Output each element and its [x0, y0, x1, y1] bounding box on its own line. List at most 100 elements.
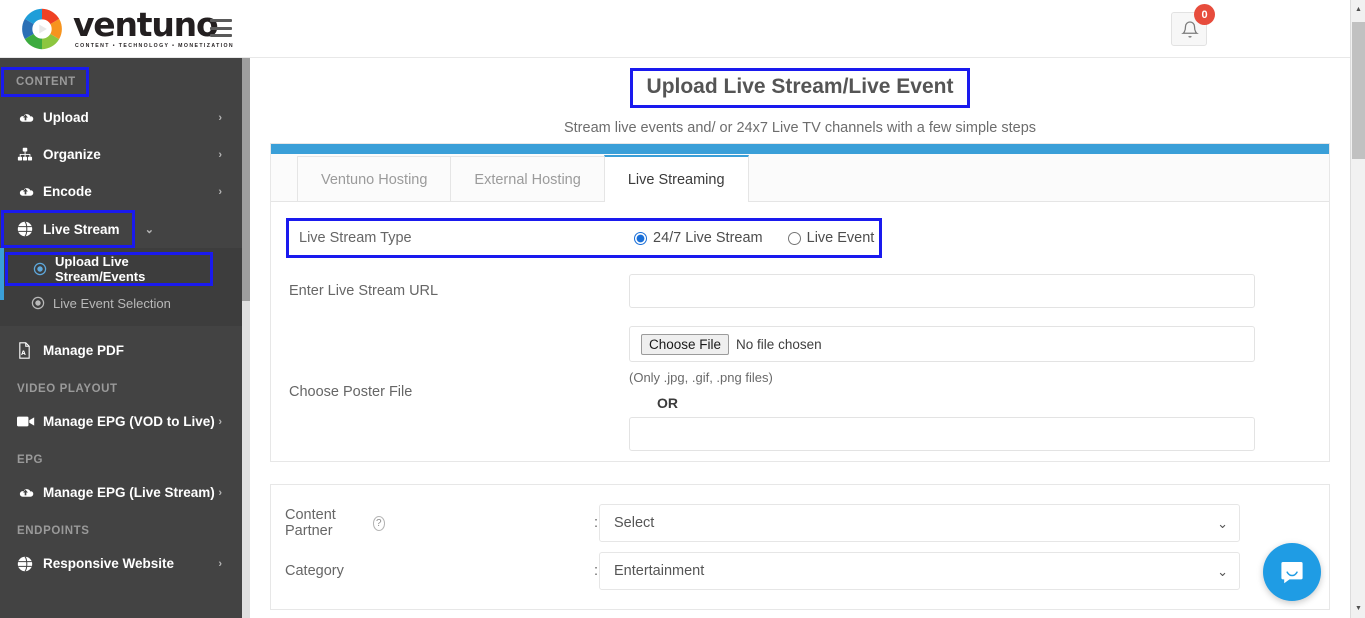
cloud-upload-icon	[17, 110, 39, 125]
sidebar-subitem-label: Live Event Selection	[53, 295, 171, 311]
chevron-right-icon: ›	[218, 486, 222, 499]
chevron-right-icon: ›	[218, 185, 222, 198]
top-header-bar: ventuno CONTENT • TECHNOLOGY • MONETIZAT…	[0, 0, 1350, 58]
choose-poster-file-label: Choose Poster File	[289, 384, 413, 400]
hamburger-icon[interactable]	[210, 19, 232, 37]
upload-form-card: Ventuno Hosting External Hosting Live St…	[270, 143, 1330, 462]
cloud-upload-icon	[17, 184, 39, 199]
content-partner-label: Content Partner ?	[285, 507, 385, 539]
page-subtitle: Stream live events and/ or 24x7 Live TV …	[563, 120, 1037, 136]
sidebar-item-live-stream[interactable]: Live Stream ⌄	[1, 210, 154, 248]
sidebar-item-label: Responsive Website	[43, 556, 175, 571]
video-camera-icon	[17, 415, 39, 428]
sidebar-item-organize[interactable]: Organize ›	[0, 136, 242, 173]
hosting-tabs: Ventuno Hosting External Hosting Live St…	[271, 154, 1329, 202]
category-row: Category : Entertainment ⌄	[285, 547, 1315, 595]
sidebar-item-label: Upload	[43, 110, 89, 125]
logo-tagline: CONTENT • TECHNOLOGY • MONETIZATION	[75, 43, 235, 50]
notification-count-badge: 0	[1194, 4, 1215, 25]
settings-card: Content Partner ? : Select ⌄ Category : …	[270, 484, 1330, 610]
content-partner-value: Select	[614, 515, 655, 531]
card-accent-bar	[271, 144, 1329, 154]
bell-icon	[1181, 21, 1199, 38]
sidebar-navigation: CONTENT Upload › Organize › Encode › Liv…	[0, 58, 250, 618]
page-scrollbar[interactable]: ▲ ▼	[1350, 0, 1365, 618]
scroll-down-arrow-icon[interactable]: ▼	[1351, 601, 1365, 616]
chevron-down-icon: ⌄	[1217, 564, 1228, 579]
globe-icon	[17, 221, 39, 237]
choose-file-button[interactable]: Choose File	[641, 333, 730, 355]
sitemap-icon	[17, 147, 39, 162]
pdf-file-icon: A	[17, 342, 39, 359]
sidebar-item-responsive-website[interactable]: Responsive Website ›	[0, 545, 242, 582]
sidebar-section-epg: EPG	[17, 454, 44, 466]
sidebar-item-manage-epg-vod-to-live[interactable]: Manage EPG (VOD to Live) ›	[0, 403, 242, 440]
tab-ventuno-hosting[interactable]: Ventuno Hosting	[297, 156, 452, 202]
radio-live-event[interactable]	[787, 231, 801, 245]
radio-label[interactable]: Live Event	[807, 230, 875, 246]
live-stream-url-label: Enter Live Stream URL	[289, 283, 439, 299]
chat-bubble-icon	[1281, 562, 1303, 584]
sidebar-item-label: Manage EPG (VOD to Live)	[43, 414, 215, 429]
globe-icon	[17, 555, 39, 572]
content-partner-colon: :	[594, 515, 599, 531]
help-icon[interactable]: ?	[372, 515, 385, 531]
live-stream-type-label: Live Stream Type	[299, 230, 412, 246]
chevron-right-icon: ›	[218, 415, 222, 428]
sidebar-item-upload[interactable]: Upload ›	[0, 99, 242, 136]
cloud-upload-icon	[17, 485, 39, 500]
category-value: Entertainment	[614, 563, 705, 579]
tab-live-streaming[interactable]: Live Streaming	[603, 155, 749, 202]
poster-file-picker[interactable]: Choose File No file chosen	[629, 326, 1255, 362]
category-colon: :	[594, 563, 599, 579]
content-partner-row: Content Partner ? : Select ⌄	[285, 499, 1315, 547]
sidebar-item-label: Manage PDF	[43, 343, 125, 358]
live-stream-type-row: Live Stream Type 24/7 Live Stream Live E…	[286, 218, 882, 258]
category-label-text: Category	[285, 563, 344, 579]
svg-text:A: A	[21, 350, 26, 357]
page-title: Upload Live Stream/Live Event	[629, 68, 971, 108]
live-stream-url-input[interactable]	[629, 274, 1255, 308]
category-label: Category	[285, 563, 385, 579]
sidebar-item-manage-epg-live-stream[interactable]: Manage EPG (Live Stream) ›	[0, 474, 242, 511]
radio-label[interactable]: 24/7 Live Stream	[653, 230, 763, 246]
category-select[interactable]: Entertainment ⌄	[599, 552, 1240, 590]
radio-option-live-event[interactable]: Live Event	[787, 230, 875, 246]
sidebar-scrollbar[interactable]	[242, 58, 250, 618]
scroll-up-arrow-icon[interactable]: ▲	[1351, 2, 1365, 17]
ventuno-logo-icon	[22, 8, 62, 50]
chat-launcher-button[interactable]	[1263, 543, 1321, 601]
radio-24-7-live-stream[interactable]	[634, 231, 647, 245]
tab-external-hosting[interactable]: External Hosting	[450, 156, 605, 202]
choose-poster-file-row: Choose Poster File Choose File No file c…	[285, 326, 1315, 451]
sidebar-item-manage-pdf[interactable]: A Manage PDF	[0, 332, 242, 369]
sidebar-item-encode[interactable]: Encode ›	[0, 173, 242, 210]
sidebar-submenu-live-stream: Upload Live Stream/Events Live Event Sel…	[0, 248, 242, 326]
radio-option-24-7-live-stream[interactable]: 24/7 Live Stream	[634, 230, 763, 246]
page-scrollbar-thumb[interactable]	[1352, 22, 1365, 159]
sidebar-item-upload-live-stream-events[interactable]: Upload Live Stream/Events	[5, 252, 213, 286]
main-content-area: Upload Live Stream/Live Event Stream liv…	[250, 58, 1350, 618]
page-title-container: Upload Live Stream/Live Event	[250, 58, 1350, 108]
sidebar-item-label: Encode	[43, 184, 92, 199]
poster-file-hint: (Only .jpg, .gif, .png files)	[629, 370, 773, 385]
radio-target-icon	[33, 262, 47, 276]
poster-url-input[interactable]	[629, 417, 1255, 451]
notifications-button[interactable]: 0	[1171, 4, 1215, 46]
sidebar-item-label: Manage EPG (Live Stream)	[43, 485, 215, 500]
radio-target-icon	[31, 296, 45, 310]
live-stream-url-row: Enter Live Stream URL	[285, 274, 1315, 308]
content-partner-select[interactable]: Select ⌄	[599, 504, 1240, 542]
sidebar-item-label: Organize	[43, 147, 101, 162]
brand-logo[interactable]: ventuno CONTENT • TECHNOLOGY • MONETIZAT…	[20, 7, 234, 51]
sidebar-item-live-event-selection[interactable]: Live Event Selection	[0, 286, 242, 320]
sidebar-section-video-playout: VIDEO PLAYOUT	[17, 383, 118, 395]
sidebar-item-label: Live Stream	[43, 221, 120, 237]
chevron-right-icon: ›	[218, 148, 222, 161]
sidebar-scrollbar-thumb[interactable]	[242, 58, 250, 301]
sidebar-subitem-label: Upload Live Stream/Events	[55, 254, 146, 284]
or-separator-label: OR	[657, 395, 678, 411]
chevron-right-icon: ›	[218, 557, 222, 570]
chevron-down-icon: ⌄	[144, 223, 154, 236]
sidebar-section-endpoints: ENDPOINTS	[17, 525, 90, 537]
